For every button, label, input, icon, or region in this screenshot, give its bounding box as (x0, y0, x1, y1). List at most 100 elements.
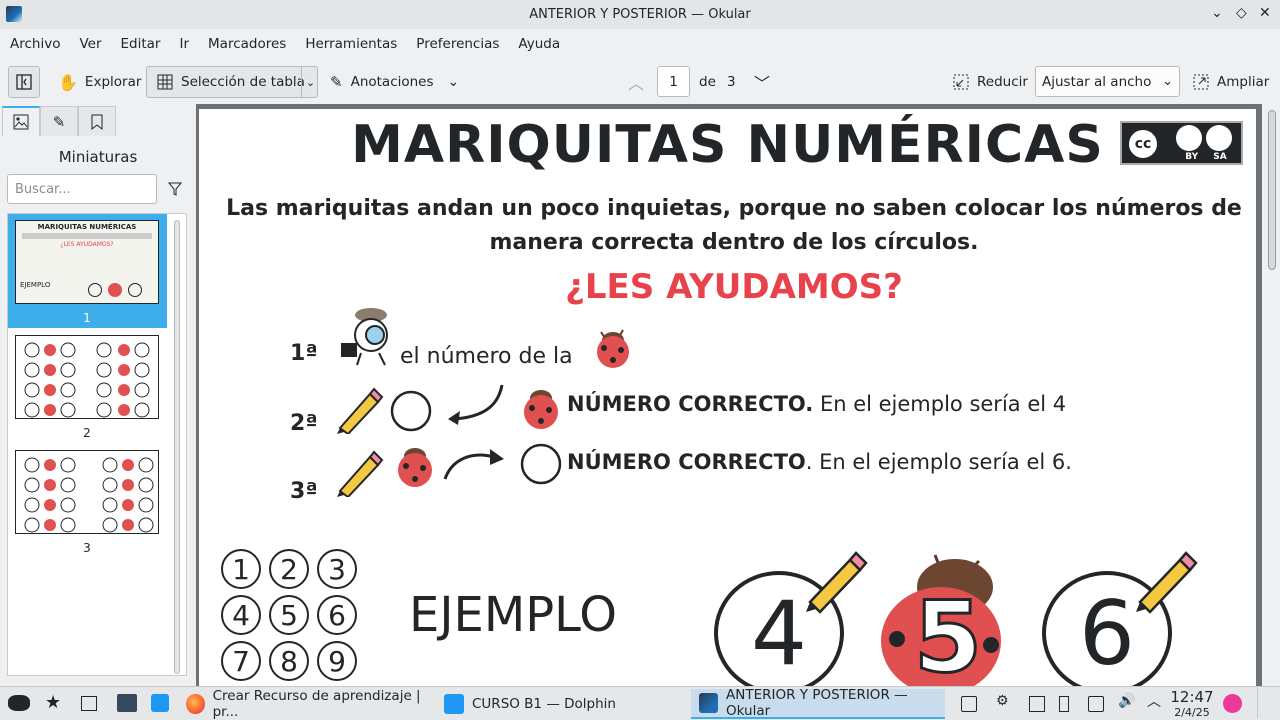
task-firefox[interactable]: Crear Recurso de aprendizaje | pr... (178, 688, 434, 720)
thumbnail-label-3: 3 (83, 541, 91, 555)
scrollbar-thumb[interactable] (1268, 110, 1276, 270)
tab-reviews[interactable]: ✎ (40, 106, 78, 136)
okular-icon (699, 693, 719, 713)
clock-date: 2/4/25 (1174, 706, 1210, 719)
app-launcher-icon[interactable] (8, 695, 30, 711)
thumbnail-page-2[interactable] (15, 335, 159, 419)
by-icon (1176, 125, 1202, 151)
desktop-icon[interactable] (81, 696, 97, 711)
minimize-icon[interactable]: ⌄ (1211, 5, 1223, 21)
tab-bookmarks[interactable] (78, 106, 116, 136)
thumbnail-label-1: 1 (83, 311, 91, 325)
page-of-label: de (699, 74, 716, 90)
window-titlebar: ANTERIOR Y POSTERIOR — Okular ⌄ ◇ ✕ (0, 0, 1280, 29)
sidebar-title: Miniaturas (58, 148, 138, 166)
toggle-sidebar-button[interactable] (8, 66, 40, 98)
thumbnail-label-2: 2 (83, 426, 91, 440)
thumbnail-page-1[interactable]: MARIQUITAS NUMÉRICAS ¿LES AYUDAMOS? EJEM… (15, 220, 159, 304)
menu-ir[interactable]: Ir (179, 36, 189, 52)
system-clock[interactable]: 12:47 2/4/25 (1168, 688, 1216, 719)
network-icon[interactable] (1088, 696, 1104, 712)
detective-icon (341, 308, 388, 366)
grid-number-4: 4 (221, 595, 261, 635)
clipboard-icon[interactable] (1029, 696, 1045, 712)
grid-number-6: 6 (317, 595, 357, 635)
thumbnail-page-3[interactable] (15, 450, 159, 534)
ladybug-icon (398, 448, 432, 487)
chevron-down-icon[interactable]: ⌄ (301, 67, 319, 97)
page-current-value: 1 (669, 73, 678, 90)
thumb1-example: EJEMPLO (20, 281, 51, 289)
task-dolphin[interactable]: CURSO B1 — Dolphin (436, 689, 689, 719)
cc-logo: cc (1126, 127, 1160, 161)
star-icon[interactable]: ★ (45, 692, 61, 713)
menu-herramientas[interactable]: Herramientas (305, 36, 397, 52)
grid-number-3: 3 (317, 549, 357, 589)
search-placeholder: Buscar... (15, 182, 71, 197)
ladybug-icon (524, 390, 558, 429)
annotations-button[interactable]: ✎ Anotaciones ⌄ (330, 66, 459, 98)
usb-icon[interactable] (1059, 696, 1069, 712)
document-scrollbar[interactable] (1262, 104, 1280, 686)
thumb1-circle (88, 283, 102, 297)
volume-icon[interactable]: 🔊 (1118, 693, 1135, 709)
menu-editar[interactable]: Editar (121, 36, 161, 52)
store-icon[interactable] (151, 694, 169, 712)
table-selection-label: Selección de tabla (181, 74, 305, 90)
step-3-number: 3ª (290, 479, 318, 504)
ladybug-icon (597, 329, 629, 368)
grid-number-8: 8 (269, 641, 309, 681)
license-badge-text: BY SA (1185, 152, 1227, 162)
thumb2-circles (24, 342, 150, 418)
example-number-5: 5 (912, 580, 983, 690)
zoom-out-label: Reducir (977, 74, 1028, 90)
thumbnail-scrollbar[interactable] (174, 220, 180, 674)
intro-line-1: Las mariquitas andan un poco inquietas, … (226, 196, 1242, 221)
network-share-icon[interactable]: ⚙ (996, 693, 1012, 709)
thumb1-ladybug (108, 283, 122, 297)
zoom-in-label: Ampliar (1217, 74, 1270, 90)
terminal-icon[interactable] (117, 694, 137, 712)
filter-icon[interactable] (168, 182, 182, 196)
zoom-in-icon (1193, 74, 1209, 90)
task-okular[interactable]: ANTERIOR Y POSTERIOR — Okular (691, 687, 945, 719)
grid-number-5: 5 (269, 595, 309, 635)
zoom-in-button[interactable]: Ampliar (1193, 66, 1269, 98)
menu-ayuda[interactable]: Ayuda (518, 36, 560, 52)
pen-icon: ✎ (330, 73, 343, 91)
menu-ver[interactable]: Ver (79, 36, 101, 52)
annotations-label: Anotaciones (350, 74, 434, 90)
task-firefox-label: Crear Recurso de aprendizaje | pr... (212, 688, 421, 720)
document-view: MARIQUITAS NUMÉRICAS cc BY SA Las mariqu… (196, 104, 1280, 689)
pdf-page: MARIQUITAS NUMÉRICAS cc BY SA Las mariqu… (199, 109, 1256, 689)
taskbar: ★ Crear Recurso de aprendizaje | pr... C… (0, 686, 1280, 720)
page-number-input[interactable]: 1 (657, 66, 690, 97)
thumbnail-search-input[interactable]: Buscar... (7, 174, 157, 204)
menu-archivo[interactable]: Archivo (10, 36, 60, 52)
tab-thumbnails[interactable] (2, 106, 40, 136)
empty-circle-icon (390, 390, 432, 432)
window-title: ANTERIOR Y POSTERIOR — Okular (529, 7, 751, 22)
notes-icon[interactable] (961, 696, 977, 712)
example-label: EJEMPLO (409, 587, 617, 643)
task-dolphin-label: CURSO B1 — Dolphin (472, 696, 616, 712)
table-selection-button[interactable]: Selección de tabla ⌄ (146, 66, 318, 98)
chevron-down-icon[interactable]: ⌄ (448, 74, 460, 90)
maximize-icon[interactable]: ◇ (1236, 5, 1247, 21)
zoom-out-button[interactable]: Reducir (953, 66, 1028, 98)
chevron-up-icon[interactable]: ︿ (1147, 691, 1163, 710)
firefox-icon (186, 694, 205, 714)
close-icon[interactable]: ✕ (1259, 5, 1271, 21)
user-avatar-icon[interactable] (1223, 694, 1242, 713)
main-toolbar: ✋ Explorar Selección de tabla ⌄ ✎ Anotac… (0, 59, 1280, 104)
next-page-icon[interactable]: ﹀ (754, 66, 770, 98)
step-3-rest: . En el ejemplo sería el 6. (805, 450, 1072, 474)
pencil-icon (806, 551, 868, 614)
menu-marcadores[interactable]: Marcadores (208, 36, 286, 52)
thumb1-title: MARIQUITAS NUMÉRICAS (37, 223, 137, 231)
zoom-mode-select[interactable]: Ajustar al ancho ⌄ (1035, 66, 1180, 97)
previous-page-icon[interactable]: ︿ (628, 66, 644, 98)
step-2-number: 2ª (290, 411, 318, 436)
browse-tool-button[interactable]: ✋ Explorar (58, 66, 141, 98)
menu-preferencias[interactable]: Preferencias (416, 36, 499, 52)
